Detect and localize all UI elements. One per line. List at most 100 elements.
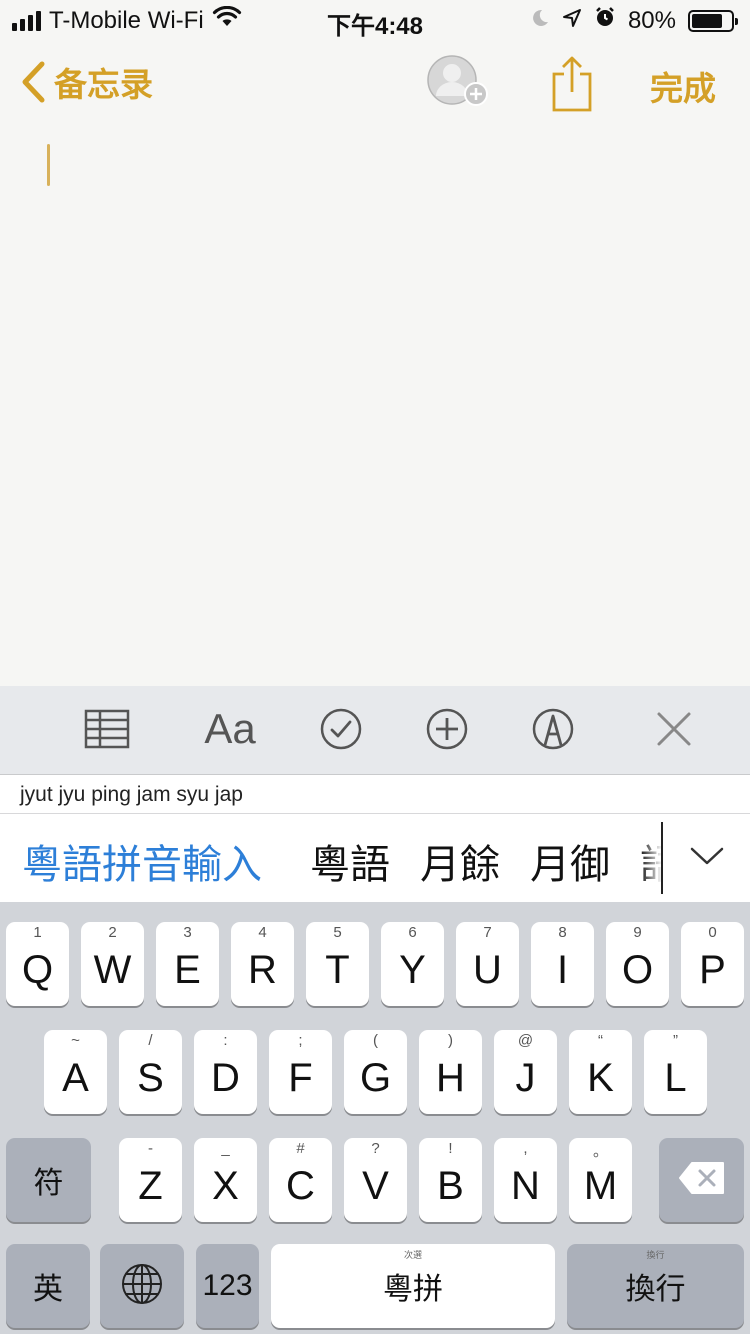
key-hint: @ bbox=[517, 1032, 534, 1049]
key-label: B bbox=[437, 1163, 464, 1208]
key-label: E bbox=[174, 947, 201, 992]
key-label: C bbox=[286, 1163, 315, 1208]
key-label: Z bbox=[138, 1163, 163, 1208]
note-body[interactable] bbox=[0, 120, 750, 686]
return-key[interactable]: 換行 換行 bbox=[567, 1244, 744, 1328]
candidate-item[interactable]: 粵語拼音輸入 bbox=[22, 832, 262, 890]
done-button[interactable]: 完成 bbox=[650, 62, 716, 110]
key-o[interactable]: 9O bbox=[606, 922, 669, 1006]
key-hint: ~ bbox=[71, 1032, 80, 1049]
key-n[interactable]: ,N bbox=[494, 1138, 557, 1222]
back-button[interactable]: 备忘录 bbox=[20, 58, 153, 106]
english-key[interactable]: 英 bbox=[6, 1244, 90, 1328]
key-i[interactable]: 8I bbox=[531, 922, 594, 1006]
key-hint: / bbox=[148, 1032, 153, 1049]
key-hint: 0 bbox=[708, 924, 717, 941]
key-e[interactable]: 3E bbox=[156, 922, 219, 1006]
key-hint: 4 bbox=[258, 924, 267, 941]
key-hint: 5 bbox=[333, 924, 342, 941]
key-hint: 8 bbox=[558, 924, 567, 941]
key-t[interactable]: 5T bbox=[306, 922, 369, 1006]
globe-key[interactable] bbox=[100, 1244, 184, 1328]
key-hint: 1 bbox=[33, 924, 42, 941]
key-hint: ( bbox=[373, 1032, 378, 1049]
key-label: S bbox=[137, 1055, 164, 1100]
key-p[interactable]: 0P bbox=[681, 922, 744, 1006]
symbols-key[interactable]: 符 bbox=[6, 1138, 91, 1222]
key-h[interactable]: ) H bbox=[419, 1030, 482, 1114]
location-icon bbox=[562, 7, 582, 35]
key-hint: “ bbox=[598, 1032, 603, 1049]
table-icon[interactable] bbox=[82, 704, 132, 754]
key-f[interactable]: ; F bbox=[269, 1030, 332, 1114]
moon-icon bbox=[530, 7, 550, 35]
key-label: R bbox=[248, 947, 277, 992]
add-icon[interactable] bbox=[424, 704, 470, 754]
key-z[interactable]: -Z bbox=[119, 1138, 182, 1222]
key-m[interactable]: 。 M bbox=[569, 1138, 632, 1222]
key-d[interactable]: :D bbox=[194, 1030, 257, 1114]
candidate-item[interactable]: 月御 bbox=[530, 832, 610, 890]
return-key-label: 換行 bbox=[625, 1273, 686, 1306]
key-g[interactable]: (G bbox=[344, 1030, 407, 1114]
key-w[interactable]: 2W bbox=[81, 922, 144, 1006]
add-person-icon[interactable] bbox=[424, 52, 494, 118]
key-label: Y bbox=[399, 947, 426, 992]
expand-candidates-button[interactable] bbox=[663, 814, 750, 902]
key-hint: ; bbox=[298, 1032, 303, 1049]
keyboard: 1Q 2W 3E 4R 5T 6Y 7U 8I 9O 0P ~ A / S :D ;… bbox=[0, 902, 750, 1334]
key-hint: 。 bbox=[592, 1143, 608, 1160]
key-hint: 7 bbox=[483, 924, 492, 941]
key-hint: ) bbox=[448, 1032, 453, 1049]
key-j[interactable]: @ J bbox=[494, 1030, 557, 1114]
key-hint: - bbox=[148, 1140, 153, 1157]
text-caret bbox=[47, 144, 50, 186]
numbers-key-label: 123 bbox=[202, 1269, 253, 1302]
key-hint: _ bbox=[221, 1140, 230, 1157]
key-u[interactable]: 7U bbox=[456, 922, 519, 1006]
key-a[interactable]: ~ A bbox=[44, 1030, 107, 1114]
key-v[interactable]: ? V bbox=[344, 1138, 407, 1222]
return-hint: 換行 bbox=[646, 1250, 665, 1260]
delete-key[interactable] bbox=[659, 1138, 744, 1222]
key-label: U bbox=[473, 947, 502, 992]
share-icon[interactable] bbox=[548, 52, 596, 118]
key-r[interactable]: 4R bbox=[231, 922, 294, 1006]
key-l[interactable]: ” L bbox=[644, 1030, 707, 1114]
key-label: F bbox=[288, 1055, 313, 1100]
key-hint: 9 bbox=[633, 924, 642, 941]
key-y[interactable]: 6Y bbox=[381, 922, 444, 1006]
key-label: A bbox=[62, 1055, 89, 1100]
backspace-icon bbox=[678, 1161, 726, 1200]
text-format-icon[interactable]: Aa bbox=[198, 704, 262, 754]
space-key[interactable]: 次選 粵拼 bbox=[271, 1244, 555, 1328]
key-q[interactable]: 1Q bbox=[6, 922, 69, 1006]
key-x[interactable]: _ X bbox=[194, 1138, 257, 1222]
key-label: K bbox=[587, 1055, 614, 1100]
chevron-left-icon bbox=[20, 60, 46, 104]
english-key-label: 英 bbox=[33, 1273, 63, 1306]
format-toolbar: Aa bbox=[0, 686, 750, 774]
key-label: T bbox=[325, 947, 350, 992]
key-b[interactable]: ! B bbox=[419, 1138, 482, 1222]
candidate-item[interactable]: 月餘 bbox=[420, 832, 500, 890]
key-c[interactable]: # C bbox=[269, 1138, 332, 1222]
checklist-icon[interactable] bbox=[318, 704, 364, 754]
key-k[interactable]: “K bbox=[569, 1030, 632, 1114]
key-hint: # bbox=[296, 1140, 305, 1157]
back-label: 备忘录 bbox=[54, 65, 153, 104]
key-s[interactable]: / S bbox=[119, 1030, 182, 1114]
nav-bar: 备忘录 完成 bbox=[0, 48, 750, 120]
battery-icon bbox=[688, 9, 738, 32]
markup-icon[interactable] bbox=[530, 704, 576, 754]
key-label: P bbox=[699, 947, 726, 992]
key-hint: 3 bbox=[183, 924, 192, 941]
key-label: J bbox=[515, 1055, 536, 1100]
close-icon[interactable] bbox=[652, 704, 696, 754]
key-label: L bbox=[664, 1055, 687, 1100]
key-label: Q bbox=[21, 947, 54, 992]
candidate-item[interactable]: 粵語 bbox=[310, 832, 390, 890]
key-hint: 6 bbox=[408, 924, 417, 941]
candidate-fade bbox=[640, 814, 662, 902]
numbers-key[interactable]: 123 bbox=[196, 1244, 259, 1328]
